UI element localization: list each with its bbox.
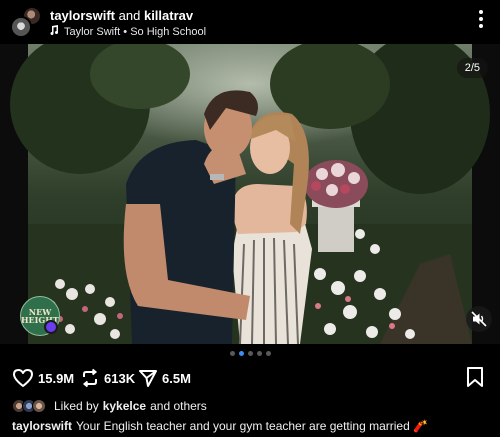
audio-track[interactable]: Taylor Swift • So High School (50, 25, 206, 39)
music-note-icon (50, 25, 60, 39)
author-username[interactable]: taylorswift (50, 8, 115, 23)
carousel-dot (256, 351, 262, 356)
repost-icon (82, 368, 98, 388)
send-icon (139, 370, 157, 387)
like-button[interactable]: 15.9M (12, 366, 74, 390)
bookmark-icon (467, 367, 483, 387)
photo-illustration (0, 44, 500, 344)
caption-text: Your English teacher and your gym teache… (76, 419, 429, 433)
share-button[interactable]: 6.5M (138, 366, 191, 390)
liked-by[interactable]: Liked by kykelce and others (12, 398, 207, 414)
post-actions: 15.9M 613K 6.5M (0, 366, 500, 390)
liked-by-user[interactable]: kykelce (103, 399, 146, 413)
speaker-muted-icon (471, 311, 487, 327)
like-count: 15.9M (38, 370, 75, 386)
mute-button[interactable] (466, 306, 492, 332)
more-options-button[interactable] (476, 10, 486, 32)
audio-track-label: Taylor Swift • So High School (64, 26, 207, 38)
share-count: 6.5M (162, 370, 191, 386)
caption-username[interactable]: taylorswift (12, 419, 72, 433)
post-authors: taylorswift and killatrav (50, 8, 193, 24)
carousel-counter: 2/5 (456, 58, 488, 78)
repost-button[interactable]: 613K (80, 366, 135, 390)
coauthor-username[interactable]: killatrav (144, 8, 193, 23)
carousel-indicator (0, 351, 500, 357)
post-header: taylorswift and killatrav Taylor Swift •… (0, 0, 500, 44)
liked-by-prefix: Liked by (54, 399, 99, 413)
carousel-dot-active (238, 351, 244, 356)
avatar[interactable] (10, 16, 32, 38)
author-connector: and (118, 8, 141, 23)
save-button[interactable] (466, 366, 486, 390)
avatar (32, 399, 46, 413)
post-image[interactable]: 2/5 NEW HEIGHTS (0, 44, 500, 344)
carousel-dot (265, 351, 271, 356)
repost-count: 613K (104, 370, 136, 386)
carousel-dot (229, 351, 235, 356)
heart-icon (13, 369, 33, 387)
post-caption: taylorswift Your English teacher and your… (12, 419, 428, 433)
tag-indicator-icon[interactable] (44, 320, 58, 334)
more-vertical-icon (479, 10, 483, 14)
author-avatars[interactable] (10, 6, 42, 38)
carousel-dot (247, 351, 253, 356)
liked-by-suffix[interactable]: and others (150, 399, 207, 413)
